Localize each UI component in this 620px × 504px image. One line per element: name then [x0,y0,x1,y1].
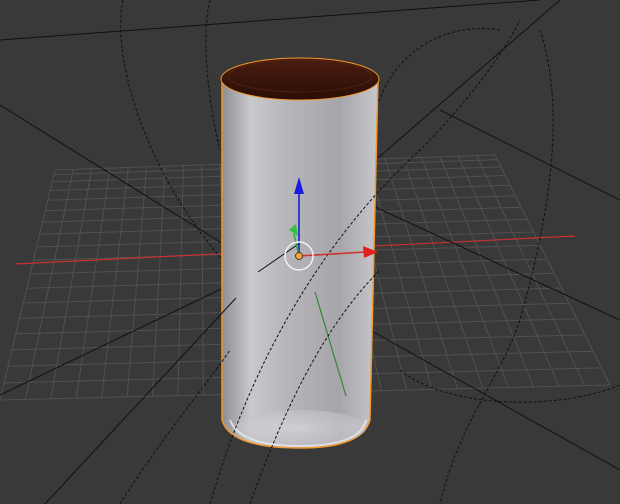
object-origin-icon[interactable] [295,252,303,260]
viewport-canvas[interactable] [0,0,620,504]
cylinder-body[interactable] [221,77,379,449]
3d-viewport[interactable] [0,0,620,504]
cylinder-top-cap[interactable] [220,57,380,101]
